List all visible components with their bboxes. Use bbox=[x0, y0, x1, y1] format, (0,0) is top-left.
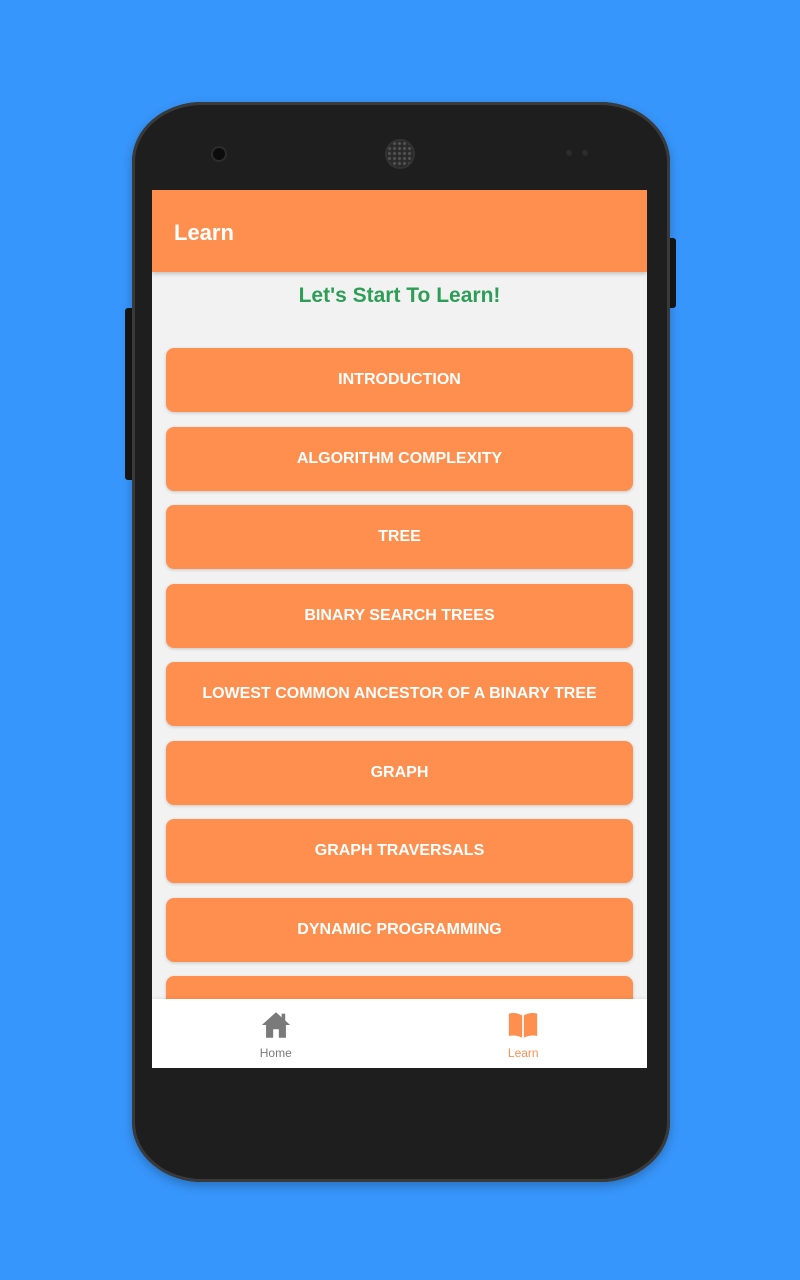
phone-power-button bbox=[669, 238, 676, 308]
nav-label-home: Home bbox=[259, 1046, 292, 1060]
topic-list: INTRODUCTION ALGORITHM COMPLEXITY TREE B… bbox=[166, 348, 633, 1055]
app-screen: Learn Let's Start To Learn! INTRODUCTION… bbox=[152, 190, 647, 1068]
earpiece-speaker bbox=[387, 141, 413, 167]
home-icon bbox=[261, 1012, 290, 1038]
topic-button-graph-traversals[interactable]: GRAPH TRAVERSALS bbox=[166, 819, 633, 883]
topic-button-dynamic-programming[interactable]: DYNAMIC PROGRAMMING bbox=[166, 897, 633, 962]
bottom-navigation: Home Learn bbox=[152, 999, 647, 1068]
front-camera bbox=[213, 148, 225, 160]
nav-item-learn[interactable]: Learn bbox=[400, 999, 648, 1068]
app-bar: Learn bbox=[152, 190, 647, 272]
topic-button-binary-search-trees[interactable]: BINARY SEARCH TREES bbox=[166, 583, 633, 648]
proximity-sensors bbox=[566, 150, 588, 156]
page-heading: Let's Start To Learn! bbox=[298, 284, 501, 307]
topic-button-graph[interactable]: GRAPH bbox=[166, 740, 633, 805]
nav-item-home[interactable]: Home bbox=[152, 999, 400, 1068]
app-bar-title: Learn bbox=[174, 220, 234, 245]
nav-label-learn: Learn bbox=[507, 1046, 539, 1060]
topic-button-lowest-common-ancestor[interactable]: LOWEST COMMON ANCESTOR OF A BINARY TREE bbox=[166, 662, 633, 726]
topic-button-introduction[interactable]: INTRODUCTION bbox=[166, 348, 633, 412]
topic-button-algorithm-complexity[interactable]: ALGORITHM COMPLEXITY bbox=[166, 426, 633, 491]
topic-button-tree[interactable]: TREE bbox=[166, 505, 633, 569]
book-icon bbox=[509, 1012, 538, 1038]
